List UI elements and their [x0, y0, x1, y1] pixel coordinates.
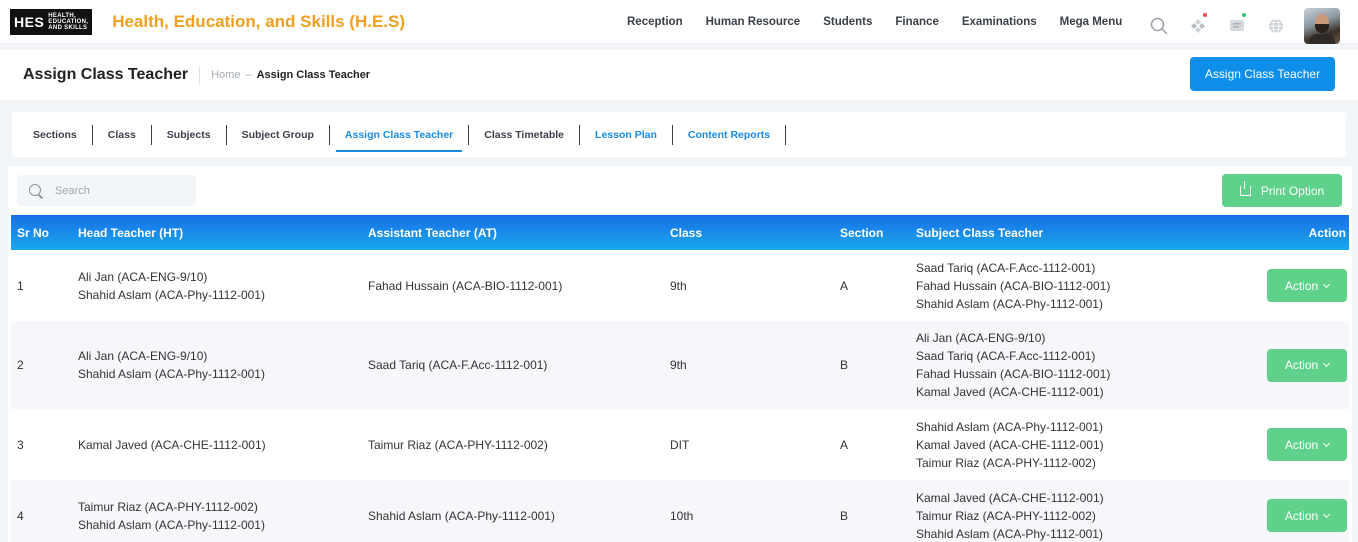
- cell-section: B: [840, 508, 849, 523]
- class-teacher-table: Sr No Head Teacher (HT) Assistant Teache…: [11, 215, 1349, 542]
- print-option-button[interactable]: Print Option: [1222, 174, 1342, 207]
- table-row: 2 Ali Jan (ACA-ENG-9/10) Shahid Aslam (A…: [11, 321, 1349, 409]
- main-nav: Reception Human Resource Students Financ…: [627, 0, 1145, 44]
- tab-lesson-plan[interactable]: Lesson Plan: [586, 112, 666, 157]
- tab-subject-group[interactable]: Subject Group: [233, 112, 323, 157]
- tab-divider: [91, 124, 93, 145]
- tab-sections[interactable]: Sections: [24, 112, 86, 157]
- tab-divider: [579, 124, 581, 145]
- cell-class: 9th: [670, 278, 687, 293]
- tab-divider: [468, 124, 470, 145]
- col-head-teacher: Head Teacher (HT): [78, 225, 184, 240]
- col-sr-no: Sr No: [17, 225, 50, 240]
- breadcrumb-home[interactable]: Home: [211, 69, 240, 81]
- cell-action: Action: [1249, 321, 1349, 409]
- nav-mega-menu[interactable]: Mega Menu: [1060, 16, 1123, 28]
- nav-human-resource[interactable]: Human Resource: [706, 16, 801, 28]
- assign-class-teacher-button[interactable]: Assign Class Teacher: [1190, 57, 1335, 91]
- chevron-down-icon: [1323, 439, 1331, 447]
- brand-logo[interactable]: HES HEALTH, EDUCATION, AND SKILLS: [10, 8, 93, 35]
- search-icon: [29, 183, 43, 198]
- table-row: 1 Ali Jan (ACA-ENG-9/10) Shahid Aslam (A…: [11, 250, 1349, 321]
- content-panel: Print Option Sr No Head Teacher (HT) Ass…: [8, 166, 1352, 542]
- breadcrumb-current: Assign Class Teacher: [256, 69, 371, 81]
- cell-sr-no: 3: [17, 437, 24, 452]
- col-assistant-teacher: Assistant Teacher (AT): [368, 225, 497, 240]
- tab-class[interactable]: Class: [99, 112, 145, 157]
- chevron-down-icon: [1323, 280, 1331, 288]
- action-dropdown-button[interactable]: Action: [1267, 269, 1347, 302]
- cell-assistant-teacher: Taimur Riaz (ACA-PHY-1112-002): [368, 437, 548, 452]
- col-subject-class-teacher: Subject Class Teacher: [916, 225, 1044, 240]
- cell-head-teacher: Taimur Riaz (ACA-PHY-1112-002) Shahid As…: [78, 499, 265, 532]
- tab-divider: [225, 124, 227, 145]
- table-row: 4 Taimur Riaz (ACA-PHY-1112-002) Shahid …: [11, 480, 1349, 542]
- logo-mark: HES: [14, 13, 45, 30]
- cell-action: Action: [1249, 409, 1349, 480]
- title-divider: [199, 66, 201, 84]
- nav-examinations[interactable]: Examinations: [962, 16, 1037, 28]
- tab-divider: [150, 124, 152, 145]
- breadcrumb-separator: –: [245, 69, 252, 81]
- cell-subject-teachers: Shahid Aslam (ACA-Phy-1112-001) Kamal Ja…: [916, 419, 1104, 470]
- search-box: [17, 175, 196, 206]
- tab-divider: [785, 124, 787, 145]
- nav-finance[interactable]: Finance: [895, 16, 938, 28]
- cell-assistant-teacher: Saad Tariq (ACA-F.Acc-1112-001): [368, 358, 548, 372]
- action-dropdown-button[interactable]: Action: [1267, 428, 1347, 461]
- logo-text: HEALTH, EDUCATION, AND SKILLS: [48, 12, 89, 31]
- globe-icon[interactable]: [1265, 15, 1287, 37]
- col-action: Action: [1308, 225, 1346, 240]
- academic-tabs: Sections Class Subjects Subject Group As…: [12, 112, 1346, 157]
- cell-class: DIT: [670, 437, 690, 452]
- nav-students[interactable]: Students: [823, 16, 872, 28]
- cell-sr-no: 4: [17, 508, 24, 523]
- apps-icon[interactable]: [1187, 13, 1209, 37]
- cell-subject-teachers: Ali Jan (ACA-ENG-9/10) Saad Tariq (ACA-F…: [916, 331, 1111, 399]
- breadcrumb: Home – Assign Class Teacher: [211, 69, 370, 81]
- cell-section: A: [840, 278, 849, 293]
- cell-action: Action: [1249, 480, 1349, 542]
- search-input[interactable]: [55, 184, 185, 197]
- tab-content-reports[interactable]: Content Reports: [679, 112, 779, 157]
- cell-head-teacher: Ali Jan (ACA-ENG-9/10) Shahid Aslam (ACA…: [78, 349, 265, 381]
- cell-assistant-teacher: Fahad Hussain (ACA-BIO-1112-001): [368, 278, 563, 293]
- chevron-down-icon: [1323, 359, 1331, 368]
- cell-head-teacher: Ali Jan (ACA-ENG-9/10) Shahid Aslam (ACA…: [78, 269, 265, 302]
- page-header: Assign Class Teacher Home – Assign Class…: [0, 50, 1358, 100]
- cell-head-teacher: Kamal Javed (ACA-CHE-1112-001): [78, 437, 266, 452]
- action-dropdown-button[interactable]: Action: [1267, 499, 1347, 532]
- nav-reception[interactable]: Reception: [627, 16, 683, 28]
- print-option-label: Print Option: [1260, 183, 1325, 198]
- table-row: 3 Kamal Javed (ACA-CHE-1112-001) Taimur …: [11, 409, 1349, 480]
- cell-subject-teachers: Kamal Javed (ACA-CHE-1112-001) Taimur Ri…: [916, 490, 1104, 541]
- col-section: Section: [840, 225, 884, 240]
- tab-divider: [328, 124, 330, 145]
- chevron-down-icon: [1323, 510, 1331, 518]
- cell-subject-teachers: Saad Tariq (ACA-F.Acc-1112-001) Fahad Hu…: [916, 260, 1111, 311]
- cell-section: B: [840, 358, 849, 372]
- chat-icon[interactable]: [1226, 13, 1248, 37]
- tab-class-timetable[interactable]: Class Timetable: [475, 112, 573, 157]
- col-class: Class: [670, 225, 703, 240]
- search-icon[interactable]: [1148, 15, 1170, 37]
- cell-class: 9th: [670, 358, 687, 372]
- tab-divider: [671, 124, 673, 145]
- header-icons: [1148, 8, 1340, 44]
- cell-sr-no: 2: [17, 358, 24, 372]
- table-header-row: Sr No Head Teacher (HT) Assistant Teache…: [11, 215, 1349, 250]
- tab-assign-class-teacher[interactable]: Assign Class Teacher: [335, 112, 463, 157]
- cell-assistant-teacher: Shahid Aslam (ACA-Phy-1112-001): [368, 508, 555, 523]
- cell-section: A: [840, 437, 849, 452]
- cell-action: Action: [1249, 250, 1349, 321]
- cell-class: 10th: [670, 508, 694, 523]
- app-title: Health, Education, and Skills (H.E.S): [112, 11, 406, 31]
- tab-subjects[interactable]: Subjects: [158, 112, 220, 157]
- page-title: Assign Class Teacher: [23, 66, 189, 83]
- share-icon: [1239, 180, 1251, 196]
- cell-sr-no: 1: [17, 278, 24, 293]
- top-header: HES HEALTH, EDUCATION, AND SKILLS Health…: [0, 0, 1358, 44]
- action-dropdown-button[interactable]: Action: [1267, 348, 1347, 382]
- user-avatar[interactable]: [1304, 8, 1340, 44]
